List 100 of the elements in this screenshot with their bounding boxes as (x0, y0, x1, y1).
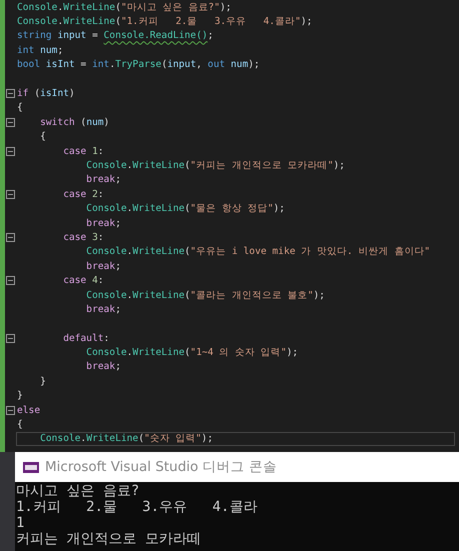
code-token: : (104, 332, 110, 344)
code-token: ; (115, 218, 121, 229)
code-token: ; (115, 174, 121, 186)
code-token: . (126, 160, 133, 171)
code-token: = (91, 30, 99, 42)
code-token: ); (273, 203, 285, 214)
code-token: ( (138, 433, 144, 444)
code-token: : (98, 232, 104, 243)
code-token: ); (220, 2, 232, 13)
code-token: ( (184, 160, 190, 171)
code-token: isInt (46, 59, 75, 70)
code-token: : (98, 146, 104, 157)
code-token: . (80, 433, 86, 444)
code-token: . (126, 347, 133, 358)
console-output-line: 1 (16, 515, 26, 531)
code-token: Console (17, 2, 58, 13)
code-token: Console (39, 433, 81, 444)
code-token: ; (115, 361, 121, 372)
code-token: break (85, 304, 116, 315)
code-token: ; (115, 304, 121, 315)
code-token: ; (115, 260, 121, 272)
code-token: input (57, 30, 86, 42)
collapse-icon[interactable] (6, 406, 15, 415)
code-token: int (17, 44, 36, 56)
code-token: WriteLine (132, 203, 185, 214)
code-token: ); (313, 290, 325, 300)
collapse-icon[interactable] (6, 334, 15, 343)
code-token: "콜라는 개인적으로 불호" (190, 288, 314, 302)
collapse-icon[interactable] (6, 276, 15, 286)
code-token: } (39, 376, 46, 387)
code-token: ( (115, 2, 121, 13)
code-token: ); (333, 160, 345, 171)
code-token: ( (184, 290, 190, 300)
code-token: "1.커피 2.물 3.우유 4.콜라" (120, 15, 301, 28)
code-token: ; (208, 30, 214, 42)
code-token: WriteLine (132, 246, 185, 258)
code-token: 4 (92, 275, 98, 286)
code-token: string (17, 30, 53, 42)
code-token: ( (115, 16, 121, 28)
code-token: { (39, 131, 46, 142)
code-token: break (85, 218, 116, 229)
code-token: ) (69, 88, 75, 100)
code-token: bool (17, 59, 42, 70)
code-token: input (167, 59, 196, 70)
code-token: = (80, 59, 88, 70)
code-token: "물은 항상 정답" (190, 202, 274, 216)
console-output-line: 커피는 개인적으로 모카라떼 (16, 531, 202, 547)
code-token: break (85, 260, 116, 272)
code-token: Console (85, 160, 127, 171)
code-token: WriteLine (63, 2, 116, 13)
code-token: WriteLine (132, 347, 185, 358)
code-token: WriteLine (63, 16, 116, 28)
collapse-icon[interactable] (6, 89, 15, 98)
code-token: isInt (40, 88, 70, 100)
code-token: ); (248, 59, 260, 70)
code-token: ( (161, 59, 168, 70)
collapse-icon[interactable] (6, 118, 15, 127)
code-token: "우유는 i love mike 가 맛있다. 비싼게 흠이다" (190, 245, 430, 258)
code-token: "커피는 개인적으로 모카라떼" (190, 159, 334, 172)
code-token: WriteLine (132, 290, 185, 300)
code-token: { (17, 102, 23, 114)
code-token: . (126, 246, 133, 258)
code-token: ( (184, 347, 190, 358)
code-token: break (85, 174, 116, 186)
code-token: Console (85, 347, 127, 358)
code-token: else (17, 404, 40, 416)
code-token: case (62, 232, 88, 243)
code-token: default (62, 332, 104, 344)
window-title: Microsoft Visual Studio 디버그 콘솔 (45, 458, 277, 476)
code-token: break (85, 361, 116, 372)
collapse-icon[interactable] (6, 146, 15, 156)
code-token: ( (33, 88, 40, 100)
code-token: 1 (92, 146, 98, 157)
code-token: ( (80, 116, 86, 128)
code-token: int (92, 59, 110, 70)
code-token: : (98, 275, 104, 286)
code-token: Console (85, 290, 127, 300)
console-output-line: 1.커피 2.물 3.우유 4.콜라 (16, 499, 258, 515)
code-token: WriteLine (132, 160, 185, 171)
code-token: } (17, 390, 23, 402)
code-token: num (86, 116, 104, 128)
code-token: "1~4 의 숫자 입력" (190, 346, 287, 360)
code-token: . (57, 2, 64, 13)
code-token: ); (286, 347, 298, 358)
code-token: WriteLine (86, 433, 138, 444)
code-token: ); (300, 16, 312, 28)
code-token: num (40, 44, 58, 56)
collapse-icon[interactable] (6, 190, 15, 199)
code-token: if (17, 88, 29, 100)
code-token: , (196, 59, 203, 70)
code-token: ) (104, 116, 110, 128)
code-token: . (109, 59, 116, 70)
code-token: . (126, 290, 133, 300)
code-token: ); (201, 433, 213, 444)
code-token: . (57, 16, 64, 28)
code-token: 3 (92, 232, 98, 243)
console-icon (23, 462, 39, 472)
code-token: "숫자 입력" (144, 432, 202, 446)
code-token: case (62, 275, 88, 286)
collapse-icon[interactable] (6, 232, 15, 242)
